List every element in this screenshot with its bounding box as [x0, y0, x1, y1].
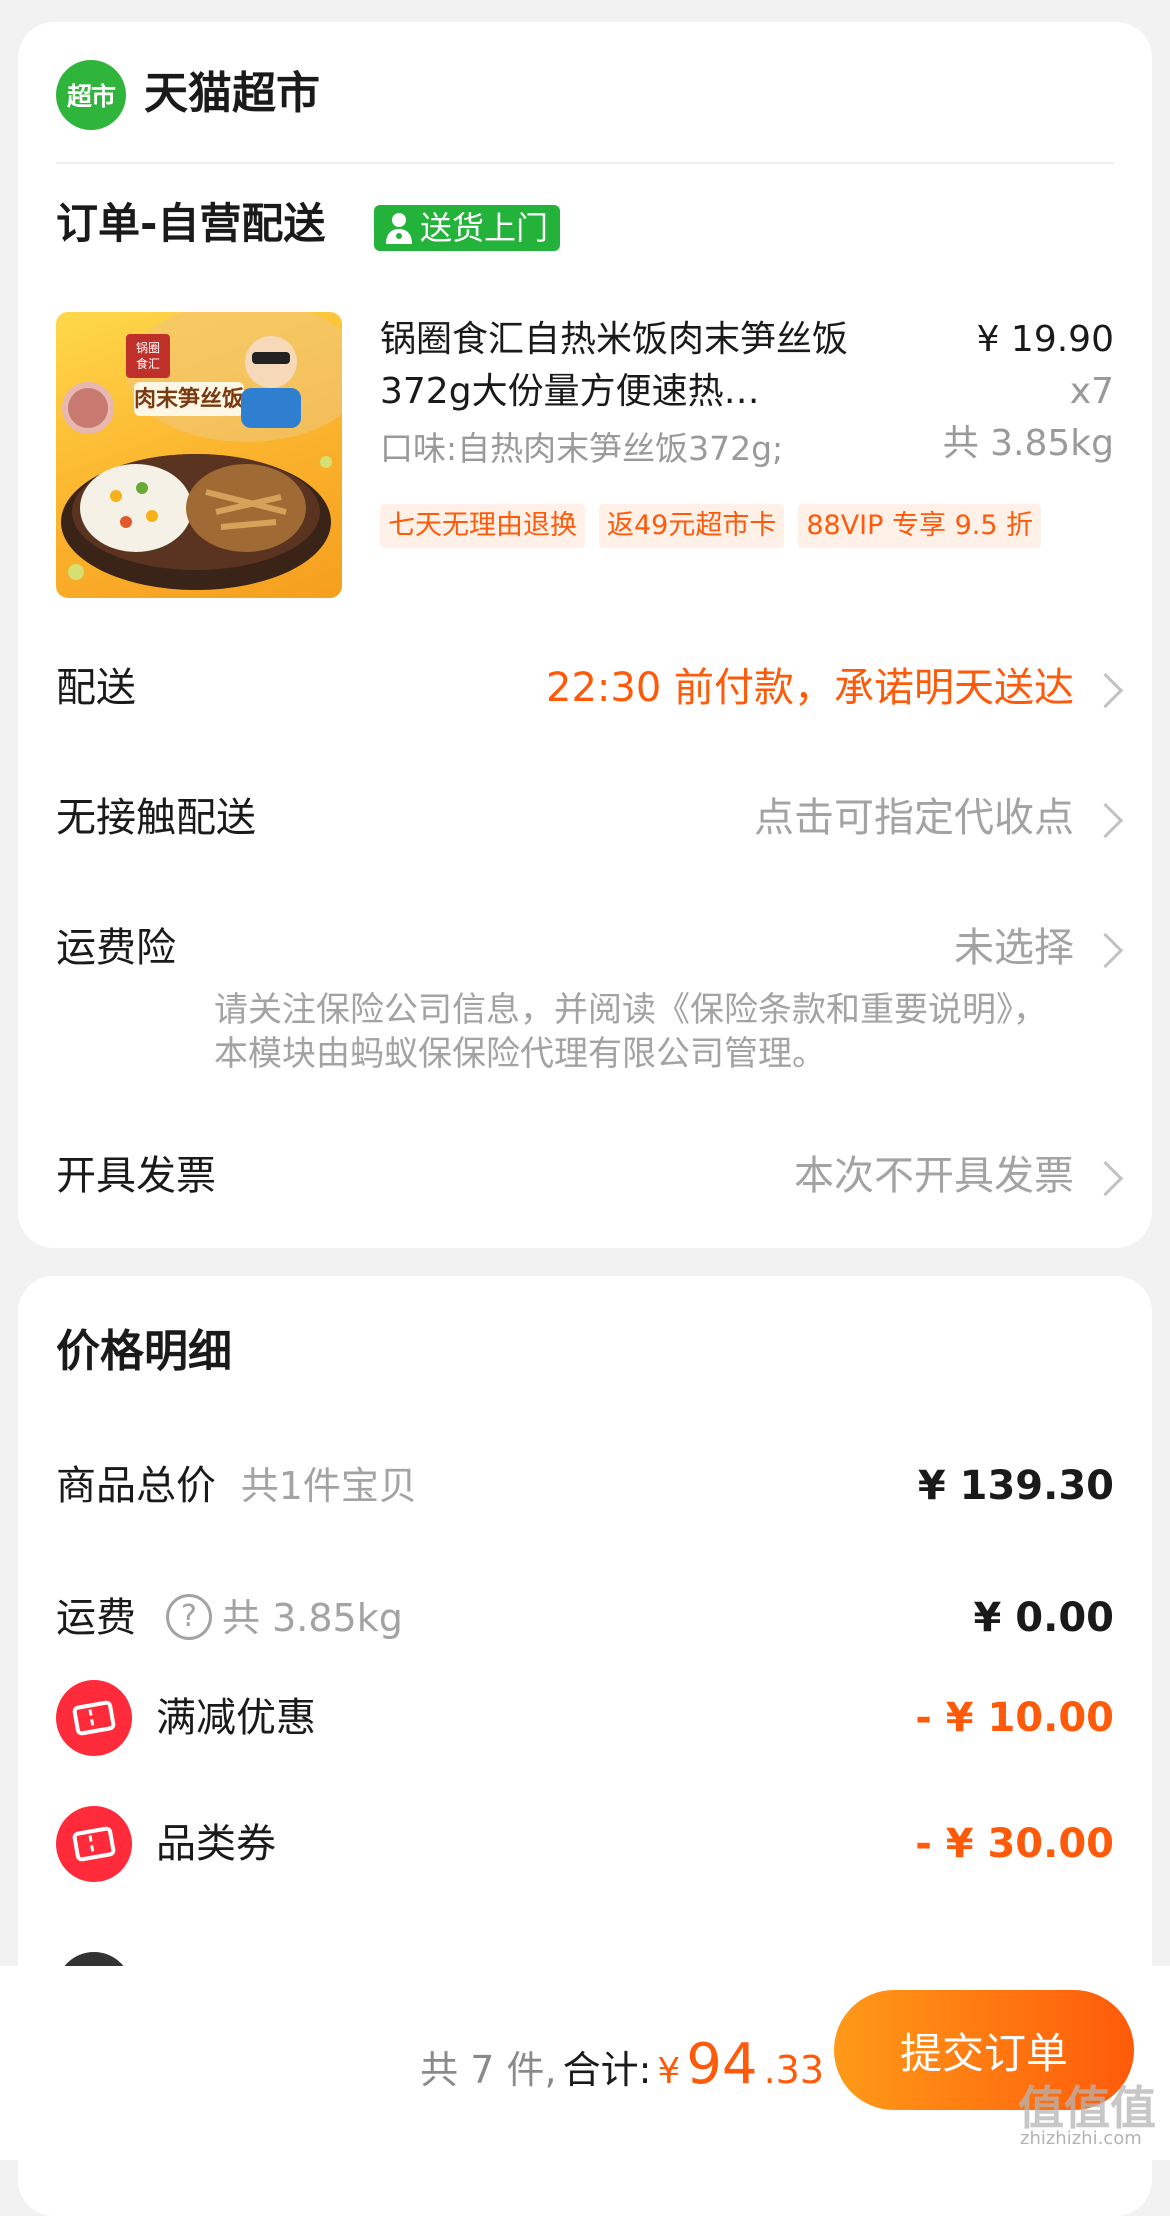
order-card: 超市 天猫超市 订单-自营配送 送货上门 锅圈 食汇 肉末笋丝饭 锅圈食汇自热米… [18, 22, 1152, 1248]
contactless-label: 无接触配送 [56, 795, 256, 841]
total-decimal: .33 [763, 2048, 824, 2092]
coupon-icon [56, 1680, 132, 1756]
category-coupon-label: 品类券 [156, 1821, 276, 1867]
chevron-right-icon[interactable] [1087, 932, 1124, 969]
watermark-url: zhizhizhi.com [1020, 2128, 1142, 2149]
tag-cashback: 返49元超市卡 [599, 504, 785, 548]
product-tags: 七天无理由退换 返49元超市卡 88VIP 专享 9.5 折 [380, 504, 1042, 548]
chevron-right-icon[interactable] [1087, 802, 1124, 839]
store-logo: 超市 [56, 60, 126, 130]
product-title[interactable]: 锅圈食汇自热米饭肉末笋丝饭372g大份量方便速热… [380, 314, 900, 418]
chevron-right-icon[interactable] [1087, 672, 1124, 709]
total-count: 共 7 件, [420, 2048, 557, 2092]
person-icon [386, 213, 412, 244]
delivery-label: 配送 [56, 665, 136, 711]
invoice-value[interactable]: 本次不开具发票 [794, 1146, 1074, 1206]
contactless-value[interactable]: 点击可指定代收点 [754, 788, 1074, 848]
category-coupon-value[interactable]: - ¥ 30.00 [915, 1814, 1114, 1874]
order-total: 共 7 件, 合计: ¥ 94.33 [420, 2032, 824, 2097]
total-currency: ¥ [657, 2051, 681, 2092]
product-brand-2: 食汇 [136, 356, 160, 371]
product-price-column: ¥ 19.90 x7 共 3.85kg [943, 314, 1114, 470]
goods-total-label: 商品总价 共1件宝贝 [56, 1456, 417, 1516]
tag-return: 七天无理由退换 [380, 504, 585, 548]
tag-88vip: 88VIP 专享 9.5 折 [798, 504, 1042, 548]
divider [56, 162, 1114, 164]
invoice-label: 开具发票 [56, 1153, 216, 1199]
store-name[interactable]: 天猫超市 [144, 64, 320, 124]
delivery-tag-label: 送货上门 [420, 209, 549, 247]
chevron-right-icon[interactable] [1087, 1160, 1124, 1197]
total-label: 合计: [562, 2048, 652, 2092]
goods-total-sub: 共1件宝贝 [240, 1464, 417, 1508]
coupon-icon [56, 1806, 132, 1882]
insurance-label: 运费险 [56, 925, 176, 971]
bottom-bar: 共 7 件, 合计: ¥ 94.33 提交订单 [0, 1966, 1170, 2160]
product-quantity: x7 [1069, 371, 1114, 412]
goods-total-value: ¥ 139.30 [917, 1463, 1114, 1509]
insurance-note: 请关注保险公司信息，并阅读《保险条款和重要说明》，本模块由蚂蚁保保险代理有限公司… [214, 990, 1047, 1074]
product-price: ¥ 19.90 [976, 319, 1114, 360]
full-reduction-value[interactable]: - ¥ 10.00 [915, 1688, 1114, 1748]
delivery-value[interactable]: 22:30 前付款，承诺明天送达 [546, 658, 1074, 718]
shipping-sub: 共 3.85kg [222, 1596, 403, 1640]
delivery-tag: 送货上门 [374, 205, 561, 251]
help-icon[interactable]: ? [166, 1594, 212, 1640]
order-title: 订单-自营配送 [56, 199, 326, 248]
product-image-title: 肉末笋丝饭 [134, 386, 244, 412]
product-image[interactable]: 锅圈 食汇 肉末笋丝饭 [56, 312, 342, 598]
product-weight: 共 3.85kg [942, 423, 1114, 464]
shipping-value: ¥ 0.00 [973, 1595, 1114, 1641]
price-detail-title: 价格明细 [56, 1326, 232, 1377]
product-photo-illustration: 锅圈 食汇 肉末笋丝饭 [61, 312, 342, 590]
product-brand-1: 锅圈 [136, 340, 160, 355]
goods-total-label-text: 商品总价 [56, 1463, 216, 1509]
shipping-label: 运费 [56, 1595, 136, 1641]
total-integer: 94 [686, 2032, 758, 2097]
insurance-value[interactable]: 未选择 [954, 918, 1074, 978]
product-spec: 口味:自热肉末笋丝饭372g; [380, 429, 784, 468]
full-reduction-label: 满减优惠 [156, 1695, 316, 1741]
